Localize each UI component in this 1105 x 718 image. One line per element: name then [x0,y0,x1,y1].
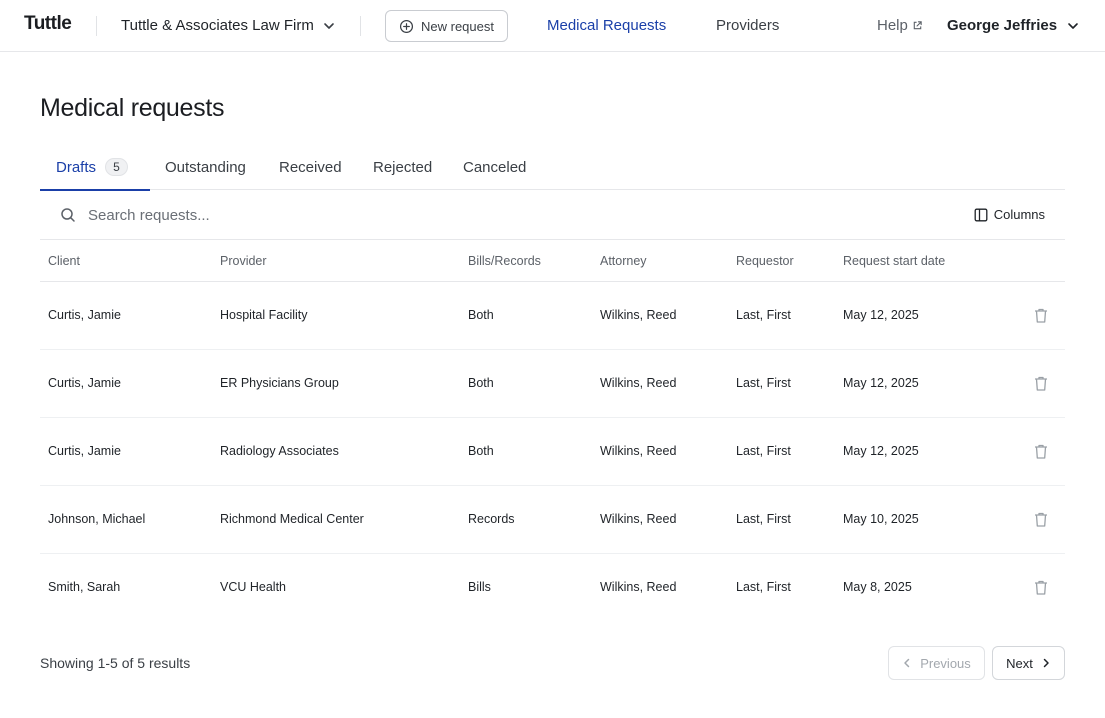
search-row: Columns [40,190,1065,240]
logo[interactable]: Tuttle [24,13,72,35]
next-button[interactable]: Next [992,646,1065,680]
col-bills-records[interactable]: Bills/Records [468,254,541,268]
cell-bills-records: Both [468,308,494,322]
chevron-down-icon [1068,22,1078,29]
columns-label: Columns [993,207,1045,222]
trash-icon[interactable] [1033,307,1049,324]
tab-drafts[interactable]: Drafts 5 [56,150,129,188]
cell-attorney: Wilkins, Reed [600,376,677,390]
cell-bills-records: Both [468,376,494,390]
plus-circle-icon [399,19,414,33]
trash-icon[interactable] [1033,375,1049,392]
status-tabs: Drafts 5 Outstanding Received Rejected C… [40,150,1065,191]
cell-start-date: May 12, 2025 [843,376,919,390]
cell-client: Curtis, Jamie [48,444,121,458]
nav-medical-requests[interactable]: Medical Requests [547,17,666,34]
cell-provider: VCU Health [220,580,286,594]
cell-bills-records: Both [468,444,494,458]
cell-bills-records: Bills [468,580,491,594]
divider [360,16,361,36]
help-link[interactable]: Help [877,17,923,34]
chevron-left-icon [904,658,910,668]
cell-attorney: Wilkins, Reed [600,308,677,322]
cell-start-date: May 12, 2025 [843,444,919,458]
divider [96,16,97,36]
nav-providers[interactable]: Providers [716,17,779,34]
cell-attorney: Wilkins, Reed [600,444,677,458]
cell-requestor: Last, First [736,376,791,390]
cell-start-date: May 12, 2025 [843,308,919,322]
cell-client: Johnson, Michael [48,512,146,526]
cell-provider: Richmond Medical Center [220,512,364,526]
top-bar: Tuttle Tuttle & Associates Law Firm New … [0,0,1105,52]
cell-bills-records: Records [468,512,515,526]
tab-received[interactable]: Received [279,150,342,188]
external-link-icon [913,21,922,30]
trash-icon[interactable] [1033,443,1049,460]
chevron-down-icon [324,22,334,29]
tab-label: Drafts [56,159,97,176]
new-request-label: New request [421,18,494,34]
page-title: Medical requests [40,94,225,122]
table-row[interactable]: Curtis, Jamie Radiology Associates Both … [40,418,1065,486]
cell-provider: ER Physicians Group [220,376,339,390]
cell-requestor: Last, First [736,512,791,526]
col-client[interactable]: Client [48,254,80,268]
cell-requestor: Last, First [736,308,791,322]
help-label: Help [877,17,908,34]
results-summary: Showing 1-5 of 5 results [40,655,191,671]
previous-button[interactable]: Previous [888,646,985,680]
cell-start-date: May 10, 2025 [843,512,919,526]
table-row[interactable]: Curtis, Jamie Hospital Facility Both Wil… [40,282,1065,350]
cell-provider: Hospital Facility [220,308,308,322]
trash-icon[interactable] [1033,511,1049,528]
cell-client: Smith, Sarah [48,580,121,594]
col-attorney[interactable]: Attorney [600,254,647,268]
col-request-start-date[interactable]: Request start date [843,254,945,268]
table-row[interactable]: Curtis, Jamie ER Physicians Group Both W… [40,350,1065,418]
cell-client: Curtis, Jamie [48,308,121,322]
columns-icon [974,208,988,221]
cell-start-date: May 8, 2025 [843,580,912,594]
tab-canceled[interactable]: Canceled [463,150,526,188]
cell-provider: Radiology Associates [220,444,339,458]
cell-requestor: Last, First [736,580,791,594]
tab-outstanding[interactable]: Outstanding [165,150,246,188]
cell-requestor: Last, First [736,444,791,458]
trash-icon[interactable] [1033,579,1049,596]
table-row[interactable]: Johnson, Michael Richmond Medical Center… [40,486,1065,554]
previous-label: Previous [920,655,971,671]
tab-rejected[interactable]: Rejected [373,150,432,188]
search-input[interactable] [88,203,488,227]
cell-client: Curtis, Jamie [48,376,121,390]
cell-attorney: Wilkins, Reed [600,512,677,526]
user-menu[interactable]: George Jeffries [947,17,1079,34]
table-row[interactable]: Smith, Sarah VCU Health Bills Wilkins, R… [40,554,1065,622]
chevron-right-icon [1043,658,1049,668]
count-badge: 5 [105,158,129,176]
cell-attorney: Wilkins, Reed [600,580,677,594]
search-icon [61,208,75,222]
col-requestor[interactable]: Requestor [736,254,794,268]
new-request-button[interactable]: New request [385,10,508,42]
columns-button[interactable]: Columns [974,207,1045,222]
firm-selector[interactable]: Tuttle & Associates Law Firm [121,17,335,34]
col-provider[interactable]: Provider [220,254,267,268]
next-label: Next [1006,655,1033,671]
table-header: Client Provider Bills/Records Attorney R… [40,240,1065,282]
user-name: George Jeffries [947,17,1058,34]
firm-name: Tuttle & Associates Law Firm [121,17,314,34]
